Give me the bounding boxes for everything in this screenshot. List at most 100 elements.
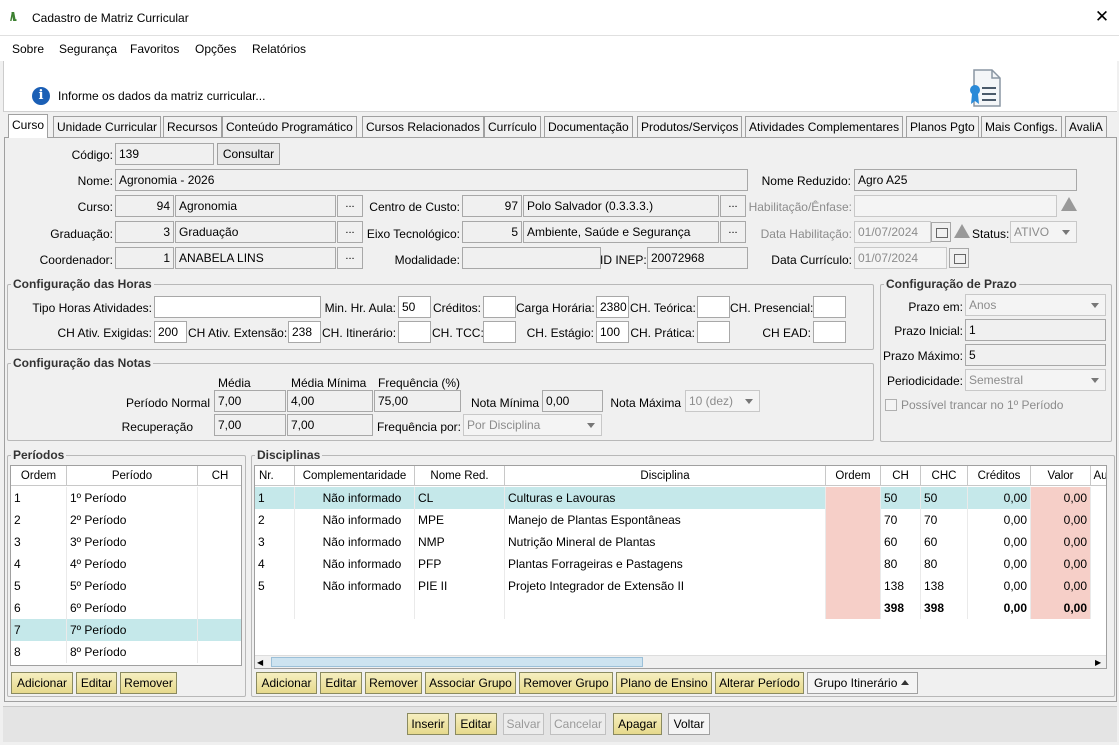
periodo-cell[interactable] (198, 641, 241, 663)
disc-cell[interactable]: 0,00 (968, 487, 1031, 509)
data-curriculo-field[interactable]: 01/07/2024 (854, 247, 947, 269)
habilitacao-field[interactable] (854, 195, 1057, 217)
disc-cell[interactable]: 60 (881, 531, 921, 553)
prazo-maximo-field[interactable]: 5 (965, 344, 1106, 366)
disc-col-header[interactable]: CHC (921, 466, 968, 486)
disc-total-cell[interactable] (505, 597, 826, 619)
centro-id-field[interactable]: 97 (462, 195, 522, 217)
tab-cursos-relacionados[interactable]: Cursos Relacionados (362, 116, 485, 137)
disc-adicionar-button[interactable]: Adicionar (256, 672, 317, 694)
close-icon[interactable]: ✕ (1093, 6, 1111, 28)
disc-cell[interactable]: 5 (255, 575, 295, 597)
disc-total-cell[interactable]: 0,00 (968, 597, 1031, 619)
disc-cell[interactable]: Não informado (295, 487, 415, 509)
status-select[interactable]: ATIVO (1010, 221, 1077, 243)
nome-field[interactable]: Agronomia - 2026 (115, 169, 748, 191)
disc-cell[interactable]: 0,00 (1031, 509, 1091, 531)
editar-button[interactable]: Editar (455, 713, 497, 735)
disc-cell[interactable]: 4 (255, 553, 295, 575)
grupo-itinerario-button[interactable]: Grupo Itinerário (807, 672, 918, 694)
menu-seguranca[interactable]: Segurança (59, 42, 117, 56)
disc-cell[interactable] (826, 575, 881, 597)
disc-total-cell[interactable] (415, 597, 505, 619)
plano-ensino-button[interactable]: Plano de Ensino (616, 672, 712, 694)
ch-teorica-field[interactable] (697, 296, 730, 318)
disc-cell[interactable]: Não informado (295, 531, 415, 553)
periodo-cell[interactable]: 4 (11, 553, 67, 575)
min-hr-field[interactable]: 50 (398, 296, 431, 318)
disc-cell[interactable]: 0,00 (968, 553, 1031, 575)
periodo-cell[interactable] (198, 575, 241, 597)
periodos-adicionar-button[interactable]: Adicionar (11, 672, 73, 694)
disc-cell[interactable]: 0,00 (1031, 553, 1091, 575)
calendar-icon[interactable] (931, 222, 951, 242)
periodo-cell[interactable]: 1 (11, 487, 67, 509)
disc-cell[interactable]: 50 (921, 487, 968, 509)
eixo-id-field[interactable]: 5 (462, 221, 522, 243)
disc-cell[interactable]: 80 (881, 553, 921, 575)
remover-grupo-button[interactable]: Remover Grupo (519, 672, 613, 694)
codigo-field[interactable]: 139 (115, 143, 214, 165)
disc-cell[interactable]: Não informado (295, 509, 415, 531)
disc-total-cell[interactable]: 398 (921, 597, 968, 619)
disc-cell[interactable]: 138 (881, 575, 921, 597)
tab-conteudo-programatico[interactable]: Conteúdo Programático (222, 116, 357, 137)
carga-horaria-field[interactable]: 2380 (596, 296, 629, 318)
id-inep-field[interactable]: 20072968 (647, 247, 748, 269)
disc-cell[interactable]: 60 (921, 531, 968, 553)
periodo-cell[interactable]: 3º Período (67, 531, 198, 553)
trancar-checkbox[interactable] (885, 399, 897, 411)
alterar-periodo-button[interactable]: Alterar Período (715, 672, 804, 694)
ch-presencial-field[interactable] (813, 296, 846, 318)
disciplinas-hscrollbar[interactable]: ◀ ▶ (255, 655, 1106, 668)
periodo-cell[interactable] (198, 531, 241, 553)
calendar-icon[interactable] (949, 248, 969, 268)
col-ch[interactable]: CH (198, 466, 241, 486)
disc-cell[interactable]: MPE (415, 509, 505, 531)
disc-total-cell[interactable] (826, 597, 881, 619)
nota-minima-field[interactable]: 0,00 (542, 390, 603, 412)
disc-cell[interactable]: Nutrição Mineral de Plantas (505, 531, 826, 553)
disc-col-header[interactable]: Nome Red. (415, 466, 505, 486)
periodo-cell[interactable]: 1º Período (67, 487, 198, 509)
creditos-field[interactable] (483, 296, 516, 318)
disc-cell[interactable] (826, 509, 881, 531)
disciplinas-grid[interactable]: Nr. Complementaridade Nome Red. Disciplina O… (254, 465, 1107, 669)
disc-cell[interactable]: Não informado (295, 553, 415, 575)
col-periodo[interactable]: Período (67, 466, 198, 486)
periodo-cell[interactable]: 2º Período (67, 509, 198, 531)
tab-unidade-curricular[interactable]: Unidade Curricular (53, 116, 162, 137)
frequencia-por-select[interactable]: Por Disciplina (463, 414, 602, 436)
apagar-button[interactable]: Apagar (613, 713, 662, 735)
tab-recursos[interactable]: Recursos (163, 116, 222, 137)
periodo-cell[interactable]: 5 (11, 575, 67, 597)
periodos-editar-button[interactable]: Editar (76, 672, 117, 694)
disc-cell[interactable]: 70 (881, 509, 921, 531)
curso-id-field[interactable]: 94 (115, 195, 174, 217)
disc-cell[interactable]: 2 (255, 509, 295, 531)
pn-media-minima-field[interactable]: 4,00 (287, 390, 373, 412)
disc-cell[interactable]: 138 (921, 575, 968, 597)
disc-col-header[interactable]: Nr. (255, 466, 295, 486)
voltar-button[interactable]: Voltar (668, 713, 710, 735)
disc-cell[interactable]: 0,00 (1031, 575, 1091, 597)
periodo-cell[interactable]: 8 (11, 641, 67, 663)
disc-col-header[interactable]: CH (881, 466, 921, 486)
disc-cell[interactable] (826, 531, 881, 553)
menu-sobre[interactable]: Sobre (12, 42, 44, 56)
disc-col-header[interactable]: Complementaridade (295, 466, 415, 486)
disc-cell[interactable]: PIE II (415, 575, 505, 597)
periodo-cell[interactable]: 5º Período (67, 575, 198, 597)
ch-estagio-field[interactable]: 100 (596, 321, 629, 343)
disc-cell[interactable]: 0,00 (968, 509, 1031, 531)
disc-cell[interactable]: Manejo de Plantas Espontâneas (505, 509, 826, 531)
periodo-cell[interactable]: 3 (11, 531, 67, 553)
tab-curso[interactable]: Curso (8, 114, 49, 138)
periodos-grid[interactable]: Ordem Período CH 1 1º Período 2 2º Período 3… (10, 465, 242, 666)
disc-cell[interactable]: 50 (881, 487, 921, 509)
disc-col-header[interactable]: Valor (1031, 466, 1091, 486)
prazo-em-select[interactable]: Anos (965, 294, 1106, 316)
tab-atividades-complementares[interactable]: Atividades Complementares (745, 116, 904, 137)
ch-pratica-field[interactable] (697, 321, 730, 343)
nota-maxima-select[interactable]: 10 (dez) (685, 390, 760, 412)
